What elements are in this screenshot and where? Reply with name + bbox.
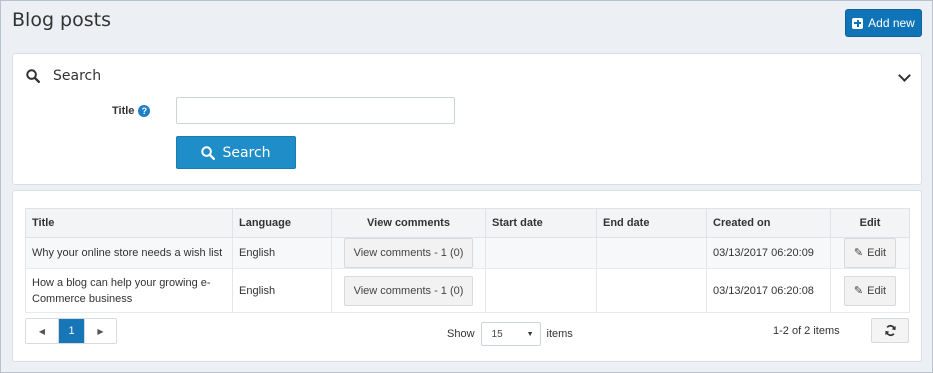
- pencil-icon: ✎: [853, 284, 864, 297]
- post-title-cell: Why your online store needs a wish list: [25, 237, 233, 269]
- page-size-value: 15: [491, 328, 503, 340]
- start-date-cell: [485, 237, 597, 269]
- edit-button[interactable]: ✎ Edit: [843, 275, 897, 306]
- refresh-icon: [884, 325, 896, 336]
- add-new-button[interactable]: Add new: [845, 9, 922, 37]
- column-header-view-comments[interactable]: View comments: [331, 208, 486, 238]
- start-date-cell: [485, 268, 597, 313]
- next-page-button[interactable]: ▶: [84, 319, 116, 343]
- post-title-cell: How a blog can help your growing e-Comme…: [25, 268, 233, 313]
- edit-label: Edit: [867, 284, 887, 297]
- search-button[interactable]: Search: [176, 136, 296, 169]
- add-new-label: Add new: [868, 16, 915, 30]
- page-title: Blog posts: [12, 9, 111, 31]
- end-date-cell: [596, 237, 707, 269]
- plus-square-icon: [852, 17, 864, 29]
- blog-posts-table: Title Language View comments Start date …: [25, 208, 910, 313]
- search-icon: [201, 145, 216, 160]
- search-button-label: Search: [222, 144, 271, 161]
- pagination: ◀ 1 ▶: [25, 318, 117, 344]
- column-header-created-on[interactable]: Created on: [706, 208, 831, 238]
- title-search-input[interactable]: [176, 97, 455, 124]
- search-panel-title: Search: [53, 68, 102, 84]
- view-comments-cell: View comments - 1 (0): [331, 268, 486, 313]
- question-circle-icon[interactable]: ?: [138, 105, 151, 117]
- prev-page-button[interactable]: ◀: [26, 319, 58, 343]
- column-header-end-date[interactable]: End date: [596, 208, 707, 238]
- title-field-label: Title ?: [112, 105, 151, 117]
- search-panel-header[interactable]: Search: [26, 68, 101, 84]
- search-icon: [26, 69, 40, 83]
- page-size-control: Show 15 ▼ items: [447, 322, 573, 346]
- language-cell: English: [232, 237, 332, 269]
- view-comments-button[interactable]: View comments - 1 (0): [343, 275, 474, 306]
- items-range-text: 1-2 of 2 items: [773, 325, 840, 337]
- edit-cell: ✎ Edit: [830, 268, 910, 313]
- view-comments-cell: View comments - 1 (0): [331, 237, 486, 269]
- caret-down-icon: ▼: [526, 330, 534, 338]
- page-1-button[interactable]: 1: [58, 319, 84, 343]
- view-comments-button[interactable]: View comments - 1 (0): [343, 238, 474, 268]
- items-label: items: [546, 328, 573, 340]
- language-cell: English: [232, 268, 332, 313]
- column-header-edit: Edit: [830, 208, 910, 238]
- refresh-button[interactable]: [871, 318, 909, 343]
- chevron-down-icon[interactable]: [898, 69, 911, 82]
- edit-cell: ✎ Edit: [830, 237, 910, 269]
- show-label: Show: [447, 328, 475, 340]
- search-panel: Search Title ? Search: [12, 53, 922, 185]
- table-row: How a blog can help your growing e-Comme…: [25, 268, 910, 313]
- edit-button[interactable]: ✎ Edit: [843, 238, 897, 268]
- column-header-language[interactable]: Language: [232, 208, 332, 238]
- created-on-cell: 03/13/2017 06:20:08: [706, 268, 831, 313]
- table-header-row: Title Language View comments Start date …: [25, 208, 910, 238]
- created-on-cell: 03/13/2017 06:20:09: [706, 237, 831, 269]
- end-date-cell: [596, 268, 707, 313]
- table-row: Why your online store needs a wish list …: [25, 237, 910, 269]
- pencil-icon: ✎: [853, 247, 864, 259]
- page-size-select[interactable]: 15 ▼: [480, 322, 541, 346]
- column-header-start-date[interactable]: Start date: [485, 208, 597, 238]
- column-header-title[interactable]: Title: [25, 208, 233, 238]
- blog-posts-panel: Title Language View comments Start date …: [12, 190, 922, 362]
- edit-label: Edit: [867, 247, 887, 259]
- title-label-text: Title: [112, 105, 135, 117]
